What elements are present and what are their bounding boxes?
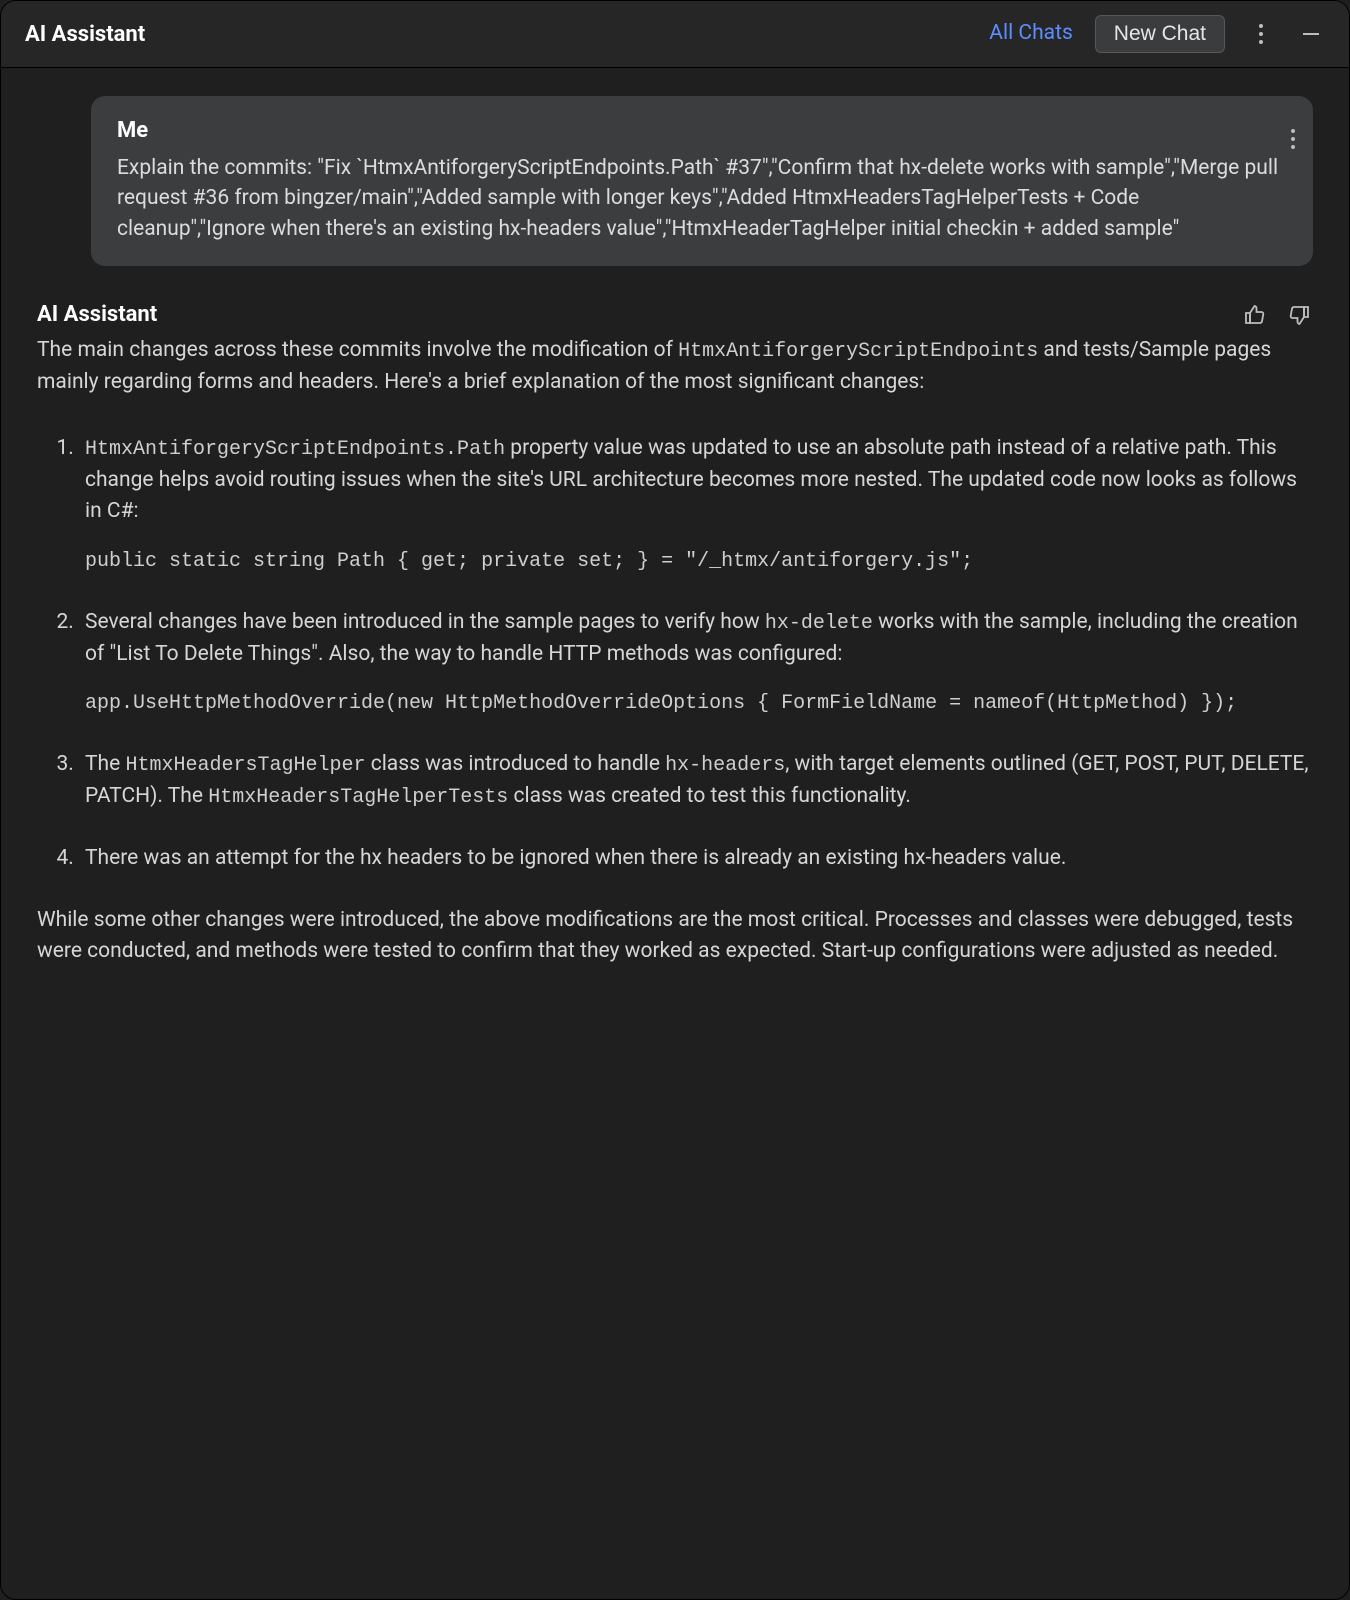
assistant-name: AI Assistant xyxy=(37,298,157,331)
list-text: Several changes have been introduced in … xyxy=(85,610,765,634)
minimize-icon xyxy=(1301,24,1321,44)
list-text: There was an attempt for the hx headers … xyxy=(85,846,1066,870)
code-block: public static string Path { get; private… xyxy=(85,546,1313,577)
assistant-intro-pre: The main changes across these commits in… xyxy=(37,338,678,362)
code-inline: HtmxAntiforgeryScriptEndpoints.Path xyxy=(85,438,505,461)
titlebar-actions: All Chats New Chat xyxy=(989,15,1325,53)
user-message: Me Explain the commits: "Fix `HtmxAntifo… xyxy=(91,96,1313,266)
assistant-message: The main changes across these commits in… xyxy=(37,335,1313,968)
code-inline: hx-delete xyxy=(765,612,873,635)
minimize-button[interactable] xyxy=(1297,20,1325,48)
thumbs-up-button[interactable] xyxy=(1241,301,1269,329)
code-inline: HtmxHeadersTagHelperTests xyxy=(208,786,508,809)
list-item: The HtmxHeadersTagHelper class was intro… xyxy=(79,749,1313,813)
code-inline: HtmxHeadersTagHelper xyxy=(125,754,365,777)
more-options-button[interactable] xyxy=(1247,20,1275,48)
titlebar: AI Assistant All Chats New Chat xyxy=(1,1,1349,68)
list-text: class was created to test this functiona… xyxy=(508,784,911,808)
more-vertical-icon xyxy=(1259,24,1263,44)
list-text: The xyxy=(85,752,125,776)
user-message-text: Explain the commits: "Fix `HtmxAntiforge… xyxy=(117,153,1287,244)
user-name: Me xyxy=(117,114,1287,147)
new-chat-button[interactable]: New Chat xyxy=(1095,15,1225,53)
code-block: app.UseHttpMethodOverride(new HttpMethod… xyxy=(85,688,1313,719)
all-chats-link[interactable]: All Chats xyxy=(989,18,1073,50)
code-inline: hx-headers xyxy=(665,754,785,777)
list-item: There was an attempt for the hx headers … xyxy=(79,843,1313,875)
message-menu-button[interactable] xyxy=(1291,112,1295,149)
assistant-outro: While some other changes were introduced… xyxy=(37,905,1313,968)
thumbs-down-icon xyxy=(1287,303,1311,327)
panel-title: AI Assistant xyxy=(25,18,145,51)
assistant-intro-code: HtmxAntiforgeryScriptEndpoints xyxy=(678,340,1038,363)
thumbs-up-icon xyxy=(1243,303,1267,327)
feedback-buttons xyxy=(1241,301,1313,329)
list-item: Several changes have been introduced in … xyxy=(79,607,1313,720)
ai-assistant-panel: AI Assistant All Chats New Chat Me Expla… xyxy=(0,0,1350,1600)
list-item: HtmxAntiforgeryScriptEndpoints.Path prop… xyxy=(79,433,1313,577)
list-text: class was introduced to handle xyxy=(366,752,666,776)
chat-content: Me Explain the commits: "Fix `HtmxAntifo… xyxy=(1,68,1349,1008)
assistant-list: HtmxAntiforgeryScriptEndpoints.Path prop… xyxy=(37,433,1313,875)
assistant-header: AI Assistant xyxy=(37,298,1313,331)
more-vertical-icon xyxy=(1291,129,1295,149)
thumbs-down-button[interactable] xyxy=(1285,301,1313,329)
